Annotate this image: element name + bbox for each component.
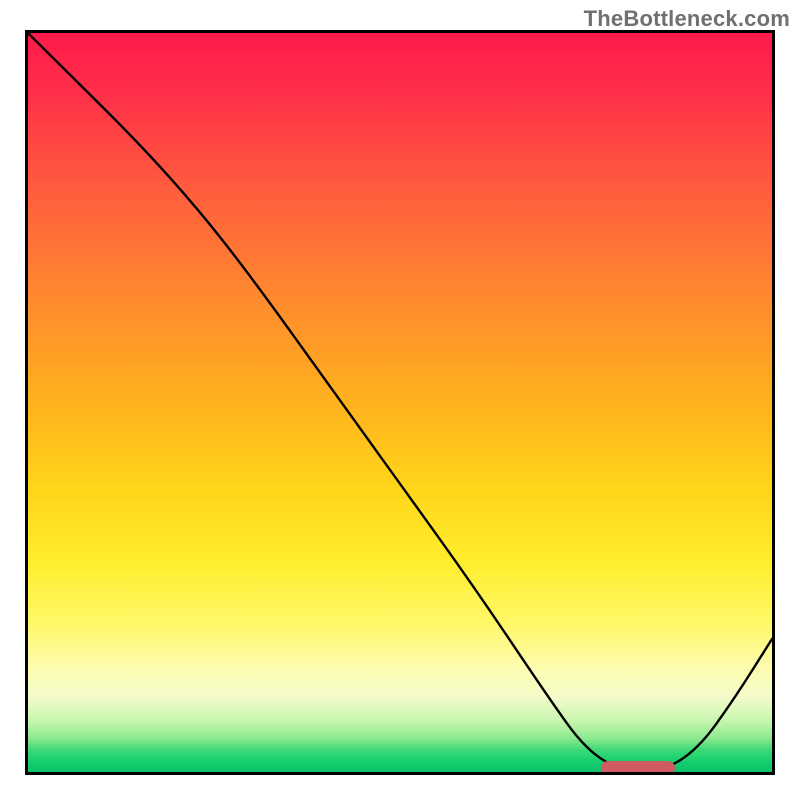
curve-path xyxy=(28,33,772,772)
watermark-text: TheBottleneck.com xyxy=(584,6,790,32)
optimal-marker xyxy=(601,761,675,775)
chart-canvas: TheBottleneck.com xyxy=(0,0,800,800)
chart-plot-area xyxy=(25,30,775,775)
bottleneck-curve xyxy=(28,33,772,772)
